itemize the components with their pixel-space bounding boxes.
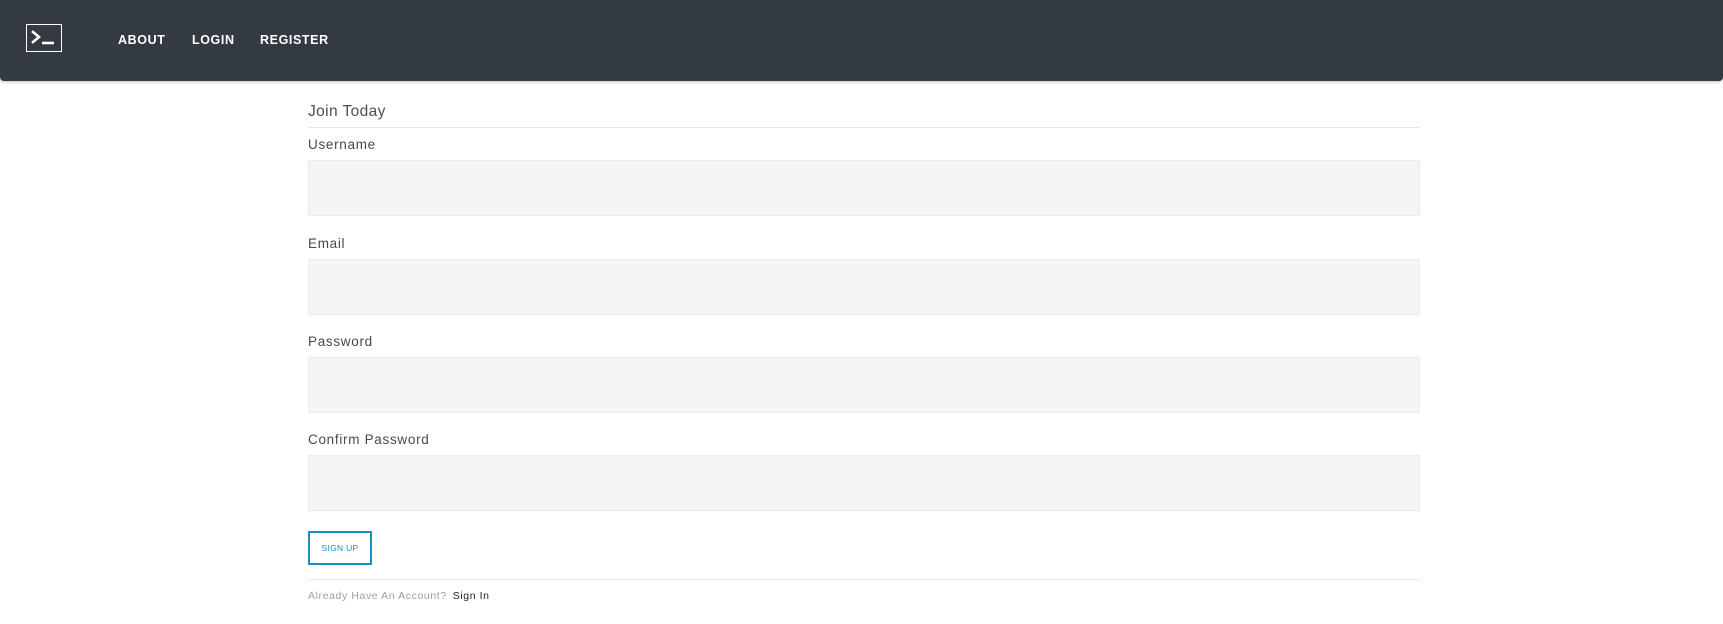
confirm-password-group: Confirm Password	[308, 432, 1420, 511]
username-label: Username	[308, 137, 376, 152]
email-input[interactable]	[308, 259, 1420, 315]
already-have-account-text: Already Have An Account?	[308, 590, 447, 602]
password-label: Password	[308, 334, 373, 349]
nav-link-register[interactable]: REGISTER	[260, 33, 329, 47]
divider	[308, 579, 1420, 580]
register-form: Join Today Username Email Password Confi…	[308, 81, 1420, 602]
confirm-password-input[interactable]	[308, 455, 1420, 511]
password-input[interactable]	[308, 357, 1420, 413]
nav-link-about[interactable]: ABOUT	[118, 33, 165, 47]
form-title: Join Today	[308, 103, 1420, 128]
terminal-icon[interactable]	[26, 24, 62, 52]
username-group: Username	[308, 137, 1420, 216]
navbar: ABOUT LOGIN REGISTER	[0, 0, 1723, 81]
confirm-password-label: Confirm Password	[308, 432, 430, 447]
signin-prompt: Already Have An Account? Sign In	[308, 590, 1420, 602]
email-group: Email	[308, 236, 1420, 315]
sign-up-button[interactable]: SIGN UP	[308, 531, 372, 565]
nav-link-login[interactable]: LOGIN	[192, 33, 235, 47]
email-label: Email	[308, 236, 346, 251]
password-group: Password	[308, 334, 1420, 413]
username-input[interactable]	[308, 160, 1420, 216]
sign-in-link[interactable]: Sign In	[453, 590, 490, 602]
